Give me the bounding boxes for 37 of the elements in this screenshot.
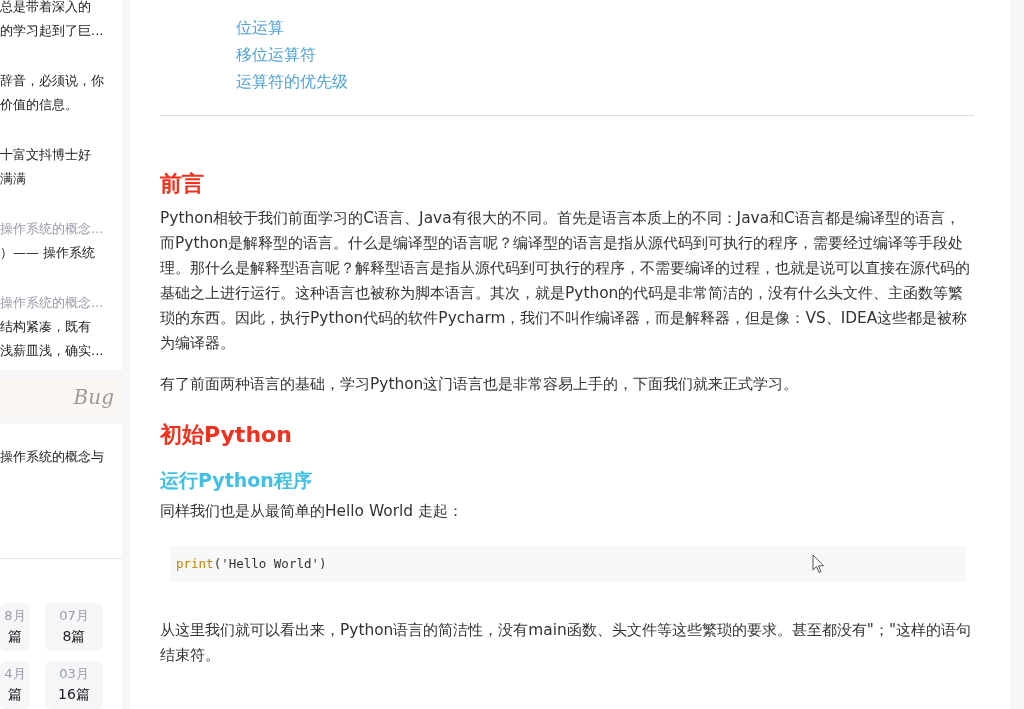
code-block: print('Hello World')	[170, 546, 966, 582]
article-summary: 浅薪皿浅，确实...	[0, 342, 105, 360]
paragraph: 有了前面两种语言的基础，学习Python这门语言也是非常容易上手的，下面我们就来正式学习。	[160, 374, 800, 395]
article-title[interactable]: 操作系统的概念...	[0, 292, 122, 314]
archive-month: 07月	[59, 607, 89, 625]
article-title[interactable]: 操作系统的概念与	[0, 446, 122, 468]
paragraph: Python相较于我们前面学习的C语言、Java有很大的不同。首先是语言本质上的不同：Java和C语言都是编译型的语言，而Python是解释型的语言。什么是编译型的语言呢？编译型的语言是指从源代码到可执行的程序，需要经过编译等手段处理。那什么是解释型语言呢？解释型语言是指从源代码到可执行的程序，不需要编译的过程，也就是说可以直接在源代码的基础之上进行运行。这种语言也被称为脚本语言。其次，就是Python的代码是非常简洁的，没有什么头文件、主函数等繁琐的东西。因此，执行Python代码的软件Pycharm，我们不叫作编译器，而是解释器，但是像：VS、IDEA这些都是被称为编译器。	[160, 208, 971, 354]
bug-banner[interactable]: Bug	[0, 378, 122, 416]
article-summary: 结构紧凑，既有	[0, 318, 92, 336]
archive-month: 8月	[4, 607, 26, 625]
archive-card[interactable]: 03月 16篇	[45, 661, 103, 709]
archive-count: 篇	[8, 685, 22, 704]
article-summary: 十富文抖博士好	[0, 146, 92, 164]
paragraph: 从这里我们就可以看出来，Python语言的简洁性，没有main函数、头文件等这些繁琐的要求。甚至都没有"；"这样的语句结束符。	[160, 620, 972, 666]
section-heading: 初始Python	[160, 421, 293, 449]
archive-card[interactable]: 07月 8篇	[45, 603, 103, 651]
article-summary: 满满	[0, 170, 27, 188]
archive-card[interactable]: 4月 篇	[0, 661, 30, 709]
archive-count: 篇	[8, 627, 22, 646]
paragraph: 同样我们也是从最简单的Hello World 走起：	[160, 501, 464, 522]
article-summary: 辞音，必须说，你	[0, 72, 105, 90]
subsection-heading: 运行Python程序	[160, 468, 313, 493]
archive-card[interactable]: 8月 篇	[0, 603, 30, 651]
article-summary: 总是带着深入的	[0, 0, 92, 16]
article-summary: 的学习起到了巨...	[0, 22, 105, 40]
article-summary: 价值的信息。	[0, 96, 79, 114]
article-summary: ）—— 操作系统	[0, 244, 97, 262]
mouse-pointer-icon	[812, 554, 825, 574]
archive-month: 4月	[4, 665, 26, 683]
archive-count: 8篇	[62, 627, 86, 646]
toc-link[interactable]: 移位运算符	[236, 41, 974, 68]
toc-link[interactable]: 运算符的优先级	[236, 68, 974, 95]
archive-month: 03月	[59, 665, 89, 683]
section-heading: 前言	[160, 170, 205, 198]
toc-link[interactable]: 位运算	[236, 14, 974, 41]
archive-count: 16篇	[58, 685, 90, 704]
article-title[interactable]: 操作系统的概念...	[0, 218, 122, 240]
